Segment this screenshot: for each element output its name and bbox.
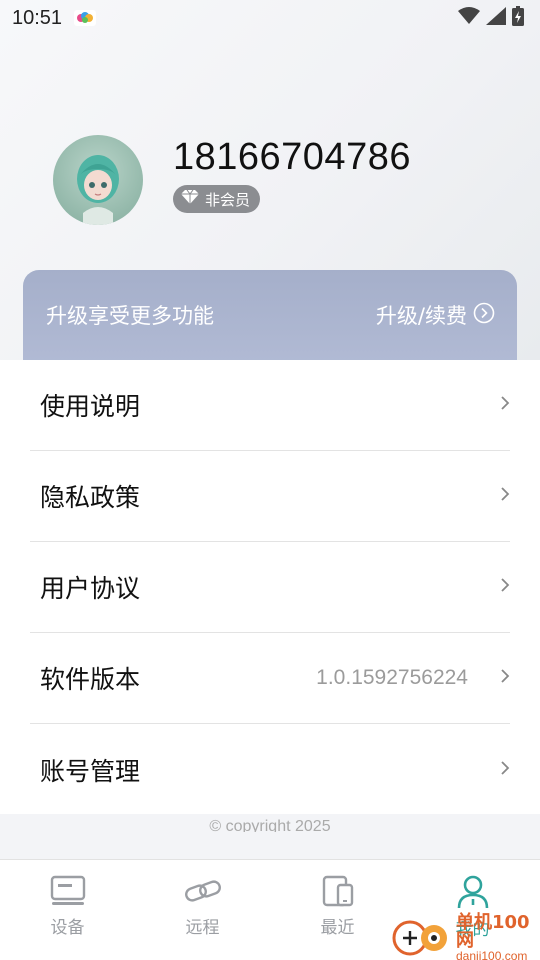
chevron-circle-right-icon — [473, 302, 495, 329]
status-time: 10:51 — [12, 6, 63, 29]
link-icon — [183, 875, 223, 911]
app-notification-icon — [74, 10, 97, 26]
tab-remote[interactable]: 远程 — [135, 860, 270, 960]
diamond-icon — [181, 189, 199, 208]
wifi-icon — [458, 7, 480, 29]
recent-devices-icon — [321, 875, 355, 911]
user-icon — [456, 875, 490, 913]
menu-item-account-management[interactable]: 账号管理 — [30, 724, 510, 815]
chevron-right-icon — [490, 668, 510, 688]
menu-item-label: 使用说明 — [40, 392, 141, 421]
battery-icon — [512, 6, 524, 30]
chevron-right-icon — [490, 577, 510, 597]
account-phone: 18166704786 — [173, 136, 411, 178]
status-bar: 10:51 — [0, 0, 540, 36]
membership-badge: 非会员 — [173, 185, 261, 213]
site-watermark: 单机100网 danji100.com — [390, 912, 540, 960]
tab-label: 设备 — [50, 918, 85, 938]
watermark-url: danji100.com — [456, 949, 528, 960]
menu-item-label: 软件版本 — [40, 665, 141, 694]
signal-icon — [486, 7, 506, 29]
avatar-image — [77, 155, 119, 225]
chevron-right-icon — [490, 760, 510, 780]
copyright-text: © copyright 2025 — [0, 814, 540, 832]
menu-item-label: 用户协议 — [40, 574, 141, 603]
upgrade-renew-label: 升级/续费 — [375, 304, 467, 328]
menu-item-privacy-policy[interactable]: 隐私政策 — [30, 451, 510, 542]
tab-recent[interactable]: 最近 — [270, 860, 405, 960]
tab-devices[interactable]: 设备 — [0, 860, 135, 960]
watermark-logo-icon — [390, 916, 452, 960]
menu-item-user-agreement[interactable]: 用户协议 — [30, 542, 510, 633]
tab-label: 最近 — [320, 918, 355, 938]
menu-item-label: 隐私政策 — [40, 483, 141, 512]
upgrade-renew-button[interactable]: 升级/续费 — [376, 300, 495, 330]
menu-item-label: 账号管理 — [40, 756, 141, 786]
device-icon — [50, 875, 86, 911]
menu-item-software-version[interactable]: 软件版本 1.0.1592756224 — [30, 633, 510, 724]
upgrade-promo-text: 升级享受更多功能 — [46, 304, 214, 328]
avatar[interactable] — [53, 135, 143, 225]
version-value: 1.0.1592756224 — [316, 666, 468, 689]
chevron-right-icon — [490, 486, 510, 506]
settings-menu: 使用说明 隐私政策 用户协议 软件版本 1.0.1592756224 账号管理 — [0, 360, 540, 814]
tab-label: 远程 — [185, 918, 220, 938]
watermark-title: 单机100网 — [456, 912, 530, 951]
copyright-label: © copyright 2025 — [209, 818, 331, 832]
membership-label: 非会员 — [205, 190, 251, 209]
chevron-right-icon — [490, 395, 510, 415]
menu-item-user-guide[interactable]: 使用说明 — [30, 360, 510, 451]
